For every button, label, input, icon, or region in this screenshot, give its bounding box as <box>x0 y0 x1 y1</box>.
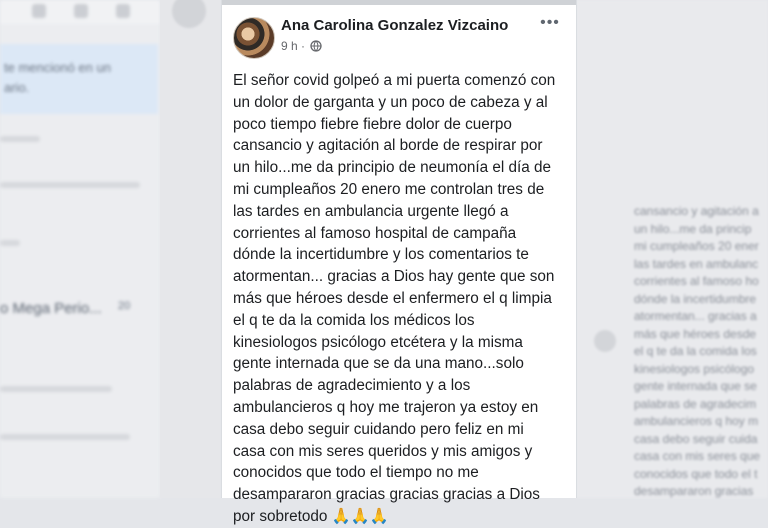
post-meta: 9 h · <box>281 39 323 55</box>
background-post-line: gente internada que se <box>634 379 757 393</box>
background-post-line: el q te da la comida los <box>634 344 757 358</box>
post-text: El señor covid golpeó a mi puerta comenz… <box>233 70 569 528</box>
meta-separator: · <box>301 39 306 53</box>
background-gutter <box>160 0 220 498</box>
background-post-line: casa debo seguir cuida <box>634 431 758 446</box>
post-body: El señor covid golpeó a mi puerta comenz… <box>233 72 556 525</box>
background-right-panel: cansancio y agitación a un hilo...me da p… <box>576 0 768 498</box>
background-post-line: kinesiologos psicólogo <box>634 361 755 376</box>
background-post-line: las tardes en ambulanc <box>634 256 759 271</box>
background-bar <box>0 182 140 188</box>
background-text: ario. <box>4 80 30 95</box>
background-bar <box>0 386 112 392</box>
background-text: o Mega Perio... <box>0 300 102 317</box>
author-avatar[interactable] <box>233 17 275 59</box>
background-post-line: un hilo...me da princip <box>634 221 752 236</box>
author-name[interactable]: Ana Carolina Gonzalez Vizcaino <box>281 17 508 34</box>
background-icon <box>32 4 46 18</box>
background-bar <box>0 240 20 246</box>
background-post-line: más que héroes desde <box>634 326 757 341</box>
background-left-panel: te mencionó en un ario. o Mega Perio... … <box>0 0 160 498</box>
background-post-line: mi cumpleaños 20 ener <box>634 239 759 253</box>
praying-hands-emoji: 🙏🙏🙏 <box>331 507 389 525</box>
background-post-line: atormentan... gracias a <box>634 309 757 323</box>
card-top-border <box>222 0 576 5</box>
background-notification <box>0 44 158 114</box>
post-time[interactable]: 9 h <box>281 39 298 53</box>
post-card: Ana Carolina Gonzalez Vizcaino 9 h · •••… <box>221 0 577 525</box>
background-post-line: cansancio y agitación a <box>634 204 759 218</box>
background-icon <box>116 4 130 18</box>
background-text: te mencionó en un <box>4 60 111 75</box>
background-bar <box>0 136 40 142</box>
background-badge: 20 <box>118 300 131 312</box>
background-icon <box>74 4 88 18</box>
globe-icon[interactable] <box>310 40 323 55</box>
background-icon <box>594 330 616 352</box>
background-post-line: dónde la incertidumbre <box>634 291 757 306</box>
background-post-line: desampararon gracias <box>634 484 754 498</box>
background-post-line: ambulancieros q hoy m <box>634 414 759 428</box>
background-bar <box>0 434 130 440</box>
background-post-line: casa con mis seres que <box>634 449 761 463</box>
background-post-line: conocidos que todo el t <box>634 466 758 481</box>
background-post-line: palabras de agradecim <box>634 396 757 411</box>
background-post-line: corrientes al famoso ho <box>634 274 759 288</box>
more-options-icon[interactable]: ••• <box>538 14 562 32</box>
